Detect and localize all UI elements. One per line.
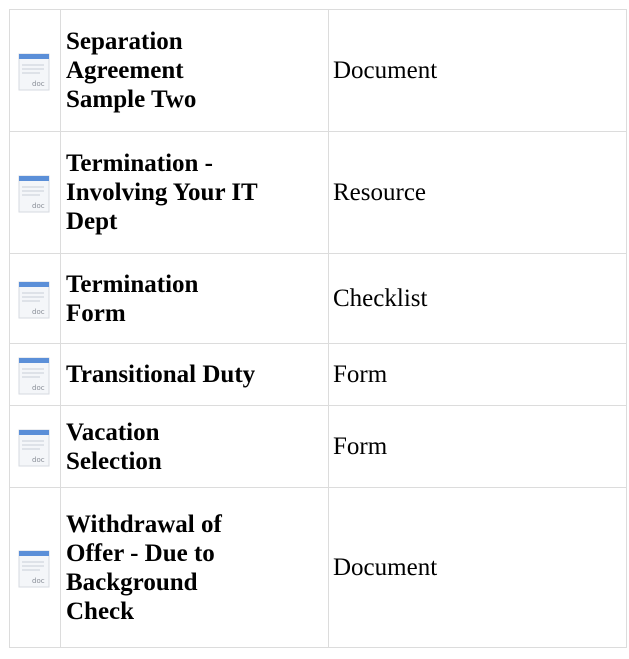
doc-file-icon[interactable]: doc xyxy=(18,50,52,92)
document-type-cell: Form xyxy=(328,405,627,488)
document-name-link[interactable]: Separation Agreement Sample Two xyxy=(66,28,196,113)
document-type-cell: Document xyxy=(328,9,627,132)
document-name-cell: Separation Agreement Sample Two xyxy=(60,9,329,132)
doc-file-icon[interactable]: doc xyxy=(18,172,52,214)
documents-table: doc Separation Agreement Sample Two Docu… xyxy=(9,9,627,648)
document-name-line: Agreement xyxy=(66,57,184,84)
document-name-cell: Withdrawal of Offer - Due to Background … xyxy=(60,487,329,648)
document-name-link[interactable]: Vacation Selection xyxy=(66,419,162,475)
doc-file-icon[interactable]: doc xyxy=(18,354,52,396)
document-name-line: Withdrawal of xyxy=(66,510,222,538)
icon-cell: doc xyxy=(9,487,61,648)
document-name-link[interactable]: Termination Form xyxy=(66,271,198,327)
doc-file-icon-label: doc xyxy=(32,384,45,392)
doc-file-icon-label: doc xyxy=(32,80,45,88)
document-type-cell: Resource xyxy=(328,131,627,254)
table-row: doc Transitional Duty Form xyxy=(9,343,627,406)
table-row: doc Termination Form Checklist xyxy=(9,253,627,344)
document-name-line: Separation xyxy=(66,28,183,55)
document-name-line: Involving Your IT xyxy=(66,179,258,206)
icon-cell: doc xyxy=(9,405,61,488)
doc-file-icon-graphic: doc xyxy=(18,281,50,318)
document-name-line: Dept xyxy=(66,208,118,235)
document-name-cell: Vacation Selection xyxy=(60,405,329,488)
icon-cell: doc xyxy=(9,9,61,132)
document-name-line: Offer - Due to xyxy=(66,539,215,567)
document-name-link[interactable]: Transitional Duty xyxy=(66,361,255,388)
document-name-cell: Termination - Involving Your IT Dept xyxy=(60,131,329,254)
document-name-cell: Transitional Duty xyxy=(60,343,329,406)
doc-file-icon[interactable]: doc xyxy=(18,278,52,320)
document-name-line: Check xyxy=(66,597,135,625)
document-name-line: Termination - xyxy=(66,150,213,177)
doc-file-icon-graphic: doc xyxy=(18,550,50,587)
document-name-line: Background xyxy=(66,568,198,596)
document-name-line: Termination xyxy=(66,270,199,298)
icon-cell: doc xyxy=(9,343,61,406)
document-name-line: Transitional Duty xyxy=(66,361,256,388)
document-name-line: Vacation xyxy=(66,418,160,446)
doc-file-icon[interactable]: doc xyxy=(18,547,52,589)
table-row: doc Withdrawal of Offer - Due to Backgro… xyxy=(9,487,627,648)
document-name-cell: Termination Form xyxy=(60,253,329,344)
table-row: doc Separation Agreement Sample Two Docu… xyxy=(9,9,627,132)
icon-cell: doc xyxy=(9,131,61,254)
doc-file-icon-label: doc xyxy=(32,456,45,464)
document-name-link[interactable]: Withdrawal of Offer - Due to Background … xyxy=(66,511,222,625)
documents-table-body: doc Separation Agreement Sample Two Docu… xyxy=(9,9,627,648)
icon-cell: doc xyxy=(9,253,61,344)
doc-file-icon-label: doc xyxy=(32,202,45,210)
doc-file-icon-graphic: doc xyxy=(18,175,50,212)
doc-file-icon-graphic: doc xyxy=(18,357,50,394)
document-name-line: Selection xyxy=(66,447,162,475)
doc-file-icon[interactable]: doc xyxy=(18,426,52,468)
document-type-cell: Document xyxy=(328,487,627,648)
doc-file-icon-label: doc xyxy=(32,577,45,585)
doc-file-icon-label: doc xyxy=(32,308,45,316)
doc-file-icon-graphic: doc xyxy=(18,53,50,90)
document-name-line: Form xyxy=(66,299,126,327)
doc-file-icon-graphic: doc xyxy=(18,429,50,466)
document-name-line: Sample Two xyxy=(66,86,197,113)
table-row: doc Termination - Involving Your IT Dept… xyxy=(9,131,627,254)
document-type-cell: Checklist xyxy=(328,253,627,344)
document-type-cell: Form xyxy=(328,343,627,406)
table-row: doc Vacation Selection Form xyxy=(9,405,627,488)
document-name-link[interactable]: Termination - Involving Your IT Dept xyxy=(66,150,258,235)
